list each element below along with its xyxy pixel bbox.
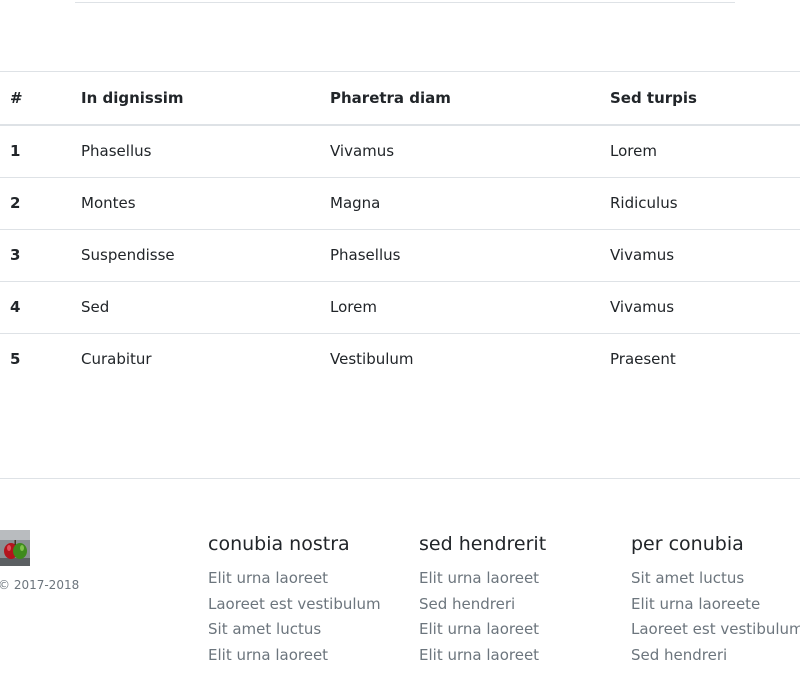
table-cell: Vivamus [320,124,600,177]
table-row: 4 Sed Lorem Vivamus [0,280,800,333]
footer-column-conubia-nostra: conubia nostra Elit urna laoreet Laoreet… [208,532,381,670]
table-cell: Magna [320,176,600,229]
table-row: 1 Phasellus Vivamus Lorem [0,124,800,177]
footer-link[interactable]: Elit urna laoreet [208,569,328,587]
footer-link-list: Elit urna laoreet Laoreet est vestibulum… [208,568,381,670]
footer-column-title: conubia nostra [208,533,350,555]
footer-link[interactable]: Sit amet luctus [208,620,321,638]
footer-link-list: Elit urna laoreet Sed hendreri Elit urna… [419,568,546,670]
table-cell: Sed [71,280,320,333]
table-cell: Montes [71,176,320,229]
footer-link[interactable]: Sit amet luctus [631,569,744,587]
table-cell: Vestibulum [320,332,600,385]
table-cell: Suspendisse [71,228,320,281]
table-cell: Phasellus [320,228,600,281]
table-cell: Curabitur [71,332,320,385]
table-body: 1 Phasellus Vivamus Lorem 2 Montes Magna… [0,124,800,385]
row-number: 5 [0,332,71,385]
footer-divider [0,478,800,479]
table-row: 3 Suspendisse Phasellus Vivamus [0,228,800,281]
table-cell: Ridiculus [600,176,800,229]
table-row: 5 Curabitur Vestibulum Praesent [0,332,800,385]
apple-logo-icon[interactable] [0,530,30,566]
footer-column-sed-hendrerit: sed hendrerit Elit urna laoreet Sed hend… [419,532,546,670]
data-table: # In dignissim Pharetra diam Sed turpis … [0,71,800,385]
copyright-text: © 2017-2018 [0,578,80,592]
table-cell: Vivamus [600,280,800,333]
table-cell: Praesent [600,332,800,385]
row-number: 4 [0,280,71,333]
footer-link[interactable]: Laoreet est vestibulum [631,620,800,638]
column-header-sed-turpis: Sed turpis [600,71,800,126]
column-header-in-dignissim: In dignissim [71,71,320,126]
top-divider [75,2,735,3]
column-header-pharetra-diam: Pharetra diam [320,71,600,126]
footer-column-per-conubia: per conubia Sit amet luctus Elit urna la… [631,532,800,670]
row-number: 3 [0,228,71,281]
table-cell: Phasellus [71,124,320,177]
table-header-row: # In dignissim Pharetra diam Sed turpis [0,71,800,126]
row-number: 1 [0,124,71,177]
table-header: # In dignissim Pharetra diam Sed turpis [0,71,800,126]
column-header-number: # [0,71,71,126]
table-cell: Lorem [320,280,600,333]
footer-link[interactable]: Elit urna laoreete [631,595,760,613]
footer-link[interactable]: Sed hendreri [419,595,515,613]
table-cell: Vivamus [600,228,800,281]
table-cell: Lorem [600,124,800,177]
table-row: 2 Montes Magna Ridiculus [0,176,800,229]
footer-link-list: Sit amet luctus Elit urna laoreete Laore… [631,568,800,670]
footer-link[interactable]: Elit urna laoreet [419,646,539,664]
footer-link[interactable]: Elit urna laoreet [208,646,328,664]
footer-link[interactable]: Sed hendreri [631,646,727,664]
footer-column-title: per conubia [631,533,744,555]
row-number: 2 [0,176,71,229]
footer-link[interactable]: Laoreet est vestibulum [208,595,381,613]
footer-column-title: sed hendrerit [419,533,547,555]
footer-link[interactable]: Elit urna laoreet [419,569,539,587]
footer-link[interactable]: Elit urna laoreet [419,620,539,638]
